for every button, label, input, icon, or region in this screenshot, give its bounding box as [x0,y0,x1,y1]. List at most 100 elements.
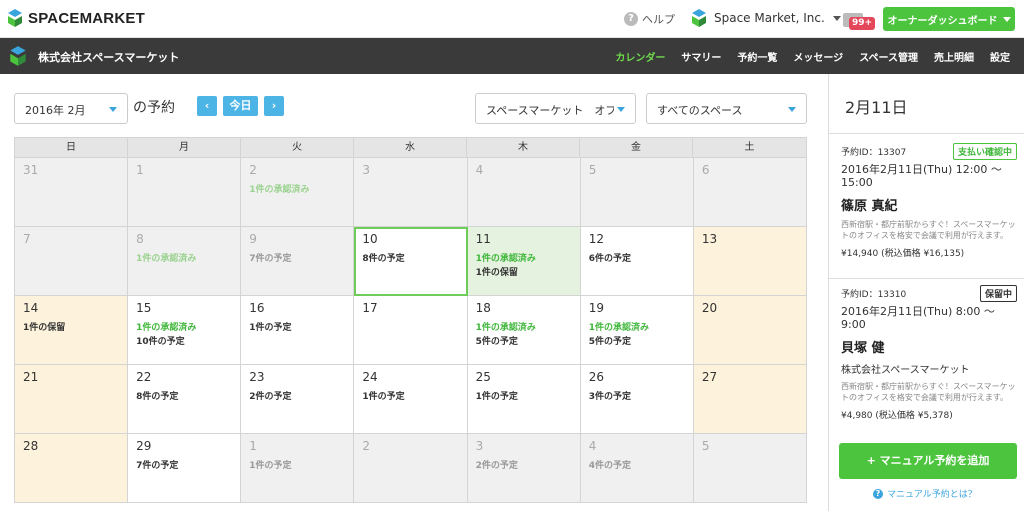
question-icon: ? [873,488,883,499]
nav-item-settings[interactable]: 設定 [990,49,1010,64]
calendar-day-cell[interactable]: 9 7件の予定 [241,227,355,296]
calendar-day-cell[interactable]: 3 [354,158,468,227]
calendar-day-cell[interactable]: 23 2件の予定 [241,365,355,434]
month-select[interactable]: 2016年 2月 [14,93,128,124]
calendar-day-cell[interactable]: 5 [693,434,807,503]
day-number: 8 [136,232,144,246]
spacemarket-logo-icon [8,9,22,27]
nav-item-sales[interactable]: 売上明細 [934,49,974,64]
calendar-day-cell[interactable]: 19 1件の承認済み 5件の予定 [580,296,694,365]
day-event-summary: 5件の予定 [475,337,518,347]
day-number: 14 [23,301,39,315]
weekday-wed: 水 [354,138,467,158]
owner-dashboard-button[interactable]: オーナーダッシュボード [883,7,1015,31]
calendar-day-cell[interactable]: 31 [15,158,129,227]
calendar-day-cell[interactable]: 20 [693,296,807,365]
prev-month-button[interactable]: ‹ [197,96,217,116]
calendar-day-cell[interactable]: 4 [467,158,581,227]
nav-item-space-management[interactable]: スペース管理 [859,49,918,64]
calendar-day-cell[interactable]: 27 [693,365,807,434]
calendar-day-cell[interactable]: 1 1件の予定 [241,434,355,503]
calendar-day-cell[interactable]: 28 [15,434,129,503]
day-event-summary: 8件の予定 [136,392,179,402]
calendar-day-cell[interactable]: 26 3件の予定 [580,365,694,434]
day-number: 9 [249,232,257,246]
calendar-day-cell[interactable]: 12 6件の予定 [580,227,694,296]
day-number: 21 [23,370,39,384]
space-filter-select[interactable]: すべてのスペース [646,93,807,124]
chevron-down-icon [109,107,117,112]
help-link[interactable]: ? ヘルプ [624,11,675,27]
calendar-day-cell[interactable]: 7 [15,227,129,296]
month-value: 2016年 2月 [25,104,86,117]
nav-item-reservations[interactable]: 予約一覧 [737,49,777,64]
day-event-summary: 7件の予定 [249,254,292,264]
calendar-day-cell[interactable]: 10 8件の予定 [354,227,468,296]
reservation-card[interactable]: 予約ID：13310 保留中 2016年2月11日(Thu) 8:00 〜 9:… [841,285,1019,421]
day-number: 19 [588,301,604,315]
day-number: 27 [701,370,718,384]
chevron-left-icon: ‹ [204,99,210,112]
notifications-button[interactable]: 99+ [843,9,876,31]
calendar-day-cell[interactable]: 25 1件の予定 [467,365,581,434]
calendar-day-cell[interactable]: 8 1件の承認済み [128,227,242,296]
calendar-day-cell[interactable]: 22 8件の予定 [128,365,242,434]
calendar-day-cell[interactable]: 15 1件の承認済み 10件の予定 [128,296,242,365]
nav-item-calendar[interactable]: カレンダー [615,49,665,64]
day-number: 29 [136,439,152,453]
add-manual-reservation-button[interactable]: + マニュアル予約を追加 [839,443,1017,479]
calendar-day-cell[interactable]: 13 [693,227,807,296]
calendar-day-cell[interactable]: 3 2件の予定 [467,434,581,503]
calendar-day-cell[interactable]: 4 4件の予定 [580,434,694,503]
space-select[interactable]: スペースマーケット オフ [475,93,636,124]
guest-name: 貝塚 健 [841,341,885,356]
calendar-day-cell[interactable]: 1 [128,158,242,227]
brand-logo[interactable]: SPACEMARKET [6,8,145,28]
calendar-day-cell[interactable]: 16 1件の予定 [241,296,355,365]
question-icon: ? [624,12,638,26]
calendar-day-cell[interactable]: 2 [354,434,468,503]
company-name: 株式会社スペースマーケット [38,51,180,64]
calendar-day-cell[interactable]: 21 [15,365,129,434]
calendar-day-cell[interactable]: 24 1件の予定 [354,365,468,434]
day-number: 31 [23,163,39,177]
day-event-summary: 7件の予定 [136,461,179,471]
day-event-summary: 1件の予定 [249,461,292,471]
day-number: 10 [362,232,378,246]
day-event-summary: 1件の保留 [23,323,66,333]
day-number: 7 [23,232,31,246]
day-event-summary: 1件の承認済み [136,254,197,264]
day-number: 18 [475,301,491,315]
account-name: Space Market, Inc. [714,11,825,25]
reservation-price: ¥4,980 (税込価格 ¥5,378) [841,411,953,421]
day-number: 12 [588,232,604,246]
next-month-button[interactable]: › [264,96,284,116]
reservation-time: 2016年2月11日(Thu) 8:00 〜 9:00 [841,305,995,331]
calendar-day-cell[interactable]: 11 1件の承認済み 1件の保留 [467,227,581,296]
help-label: ヘルプ [642,13,675,26]
day-event-summary: 1件の予定 [249,323,292,333]
day-event-summary: 1件の保留 [475,268,518,278]
guest-company: 株式会社スペースマーケット [841,365,970,376]
reservation-card[interactable]: 予約ID：13307 支払い確認中 2016年2月11日(Thu) 12:00 … [841,143,1019,259]
calendar-day-cell[interactable]: 29 7件の予定 [128,434,242,503]
day-number: 22 [136,370,152,384]
brand-name: SPACEMARKET [28,9,145,27]
nav-item-messages[interactable]: メッセージ [793,49,843,64]
manual-reservation-help-link[interactable]: ? マニュアル予約とは？ [873,487,977,500]
calendar-day-cell[interactable]: 18 1件の承認済み 5件の予定 [467,296,581,365]
main-nav: 株式会社スペースマーケット カレンダー サマリー 予約一覧 メッセージ スペース… [0,38,1024,74]
calendar-day-cell[interactable]: 2 1件の承認済み [241,158,355,227]
day-number: 16 [249,301,265,315]
account-menu[interactable]: Space Market, Inc. [690,8,841,28]
calendar-day-cell[interactable]: 17 [354,296,468,365]
divider [829,133,1024,134]
space-description: 西新宿駅・都庁前駅からすぐ！スペースマーケットのオフィスを格安で会議で利用が行え… [841,220,1016,240]
calendar-day-cell[interactable]: 14 1件の保留 [15,296,129,365]
today-button[interactable]: 今日 [223,96,258,116]
day-number: 13 [701,232,718,246]
nav-item-summary[interactable]: サマリー [681,49,721,64]
day-number: 3 [475,439,484,453]
calendar-day-cell[interactable]: 5 [580,158,694,227]
calendar-day-cell[interactable]: 6 [693,158,807,227]
